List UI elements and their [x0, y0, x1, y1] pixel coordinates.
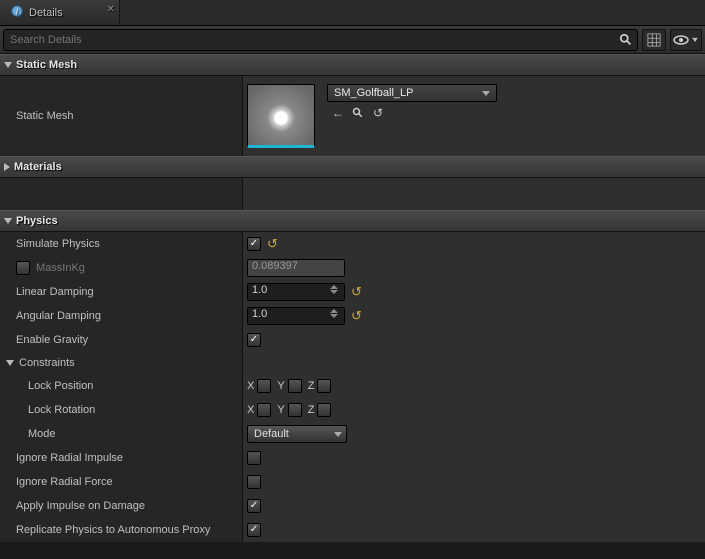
- label-lock-rotation: Lock Rotation: [0, 398, 243, 422]
- label-ignore-radial-force: Ignore Radial Force: [0, 470, 243, 494]
- checkbox-replicate-physics[interactable]: [247, 523, 261, 537]
- label-apply-impulse-on-damage: Apply Impulse on Damage: [0, 494, 243, 518]
- row-lock-position: Lock Position X Y Z: [0, 374, 705, 398]
- reset-icon[interactable]: ↺: [351, 284, 362, 300]
- search-input[interactable]: [3, 29, 638, 51]
- row-lock-rotation: Lock Rotation X Y Z: [0, 398, 705, 422]
- reset-icon[interactable]: ↺: [351, 308, 362, 324]
- field-mass-in-kg[interactable]: 0.089397: [247, 259, 345, 277]
- sub-header-constraints[interactable]: Constraints: [0, 352, 243, 374]
- row-linear-damping: Linear Damping 1.0 ↺: [0, 280, 705, 304]
- checkbox-lock-position-x[interactable]: [257, 379, 271, 393]
- label-simulate-physics: Simulate Physics: [0, 232, 243, 256]
- label-enable-gravity: Enable Gravity: [0, 328, 243, 352]
- expand-icon: [4, 62, 12, 68]
- section-title: Materials: [14, 161, 62, 173]
- reset-icon[interactable]: ↺: [267, 236, 278, 252]
- field-linear-damping[interactable]: 1.0: [247, 283, 345, 301]
- checkbox-apply-impulse-on-damage[interactable]: [247, 499, 261, 513]
- tab-label: Details: [29, 7, 63, 19]
- checkbox-lock-rotation-x[interactable]: [257, 403, 271, 417]
- chevron-down-icon: [482, 91, 490, 96]
- row-enable-gravity: Enable Gravity: [0, 328, 705, 352]
- checkbox-ignore-radial-impulse[interactable]: [247, 451, 261, 465]
- row-ignore-radial-force: Ignore Radial Force: [0, 470, 705, 494]
- label-ignore-radial-impulse: Ignore Radial Impulse: [0, 446, 243, 470]
- checkbox-enable-gravity[interactable]: [247, 333, 261, 347]
- row-angular-damping: Angular Damping 1.0 ↺: [0, 304, 705, 328]
- chevron-down-icon: [692, 37, 698, 41]
- property-matrix-button[interactable]: [642, 29, 666, 51]
- section-title: Physics: [16, 215, 58, 227]
- row-mode: Mode Default: [0, 422, 705, 446]
- row-simulate-physics: Simulate Physics ↺: [0, 232, 705, 256]
- section-title: Static Mesh: [16, 59, 77, 71]
- label-mass-in-kg: MassInKg: [36, 262, 85, 274]
- close-icon[interactable]: ✕: [107, 4, 115, 15]
- row-apply-impulse-on-damage: Apply Impulse on Damage: [0, 494, 705, 518]
- checkbox-lock-rotation-y[interactable]: [288, 403, 302, 417]
- row-static-mesh: Static Mesh SM_Golfball_LP ← ↺: [0, 76, 705, 156]
- label-angular-damping: Angular Damping: [0, 304, 243, 328]
- tab-bar: i Details ✕: [0, 0, 705, 26]
- checkbox-lock-position-y[interactable]: [288, 379, 302, 393]
- chevron-down-icon: [334, 432, 342, 437]
- checkbox-ignore-radial-force[interactable]: [247, 475, 261, 489]
- row-replicate-physics: Replicate Physics to Autonomous Proxy: [0, 518, 705, 542]
- asset-thumbnail[interactable]: [247, 84, 315, 148]
- row-ignore-radial-impulse: Ignore Radial Impulse: [0, 446, 705, 470]
- label-mode: Mode: [0, 422, 243, 446]
- label-lock-position: Lock Position: [0, 374, 243, 398]
- label-linear-damping: Linear Damping: [0, 280, 243, 304]
- view-options-button[interactable]: [670, 29, 702, 51]
- checkbox-simulate-physics[interactable]: [247, 237, 261, 251]
- select-mode[interactable]: Default: [247, 425, 347, 443]
- section-header-physics[interactable]: Physics: [0, 210, 705, 232]
- section-header-static-mesh[interactable]: Static Mesh: [0, 54, 705, 76]
- section-header-materials[interactable]: Materials: [0, 156, 705, 178]
- panel-body: Static Mesh Static Mesh SM_Golfball_LP ←…: [0, 54, 705, 559]
- toolbar: [0, 26, 705, 54]
- search-container: [3, 29, 638, 51]
- expand-icon: [6, 360, 14, 366]
- expand-icon: [4, 163, 10, 171]
- search-icon[interactable]: [617, 31, 635, 49]
- expand-icon: [4, 218, 12, 224]
- asset-dropdown[interactable]: SM_Golfball_LP: [327, 84, 497, 102]
- use-selected-icon[interactable]: ←: [331, 106, 345, 120]
- reset-icon[interactable]: ↺: [371, 106, 385, 120]
- info-icon: i: [10, 4, 24, 21]
- checkbox-lock-rotation-z[interactable]: [317, 403, 331, 417]
- checkbox-mass-in-kg[interactable]: [16, 261, 30, 275]
- row-mass-in-kg: MassInKg 0.089397: [0, 256, 705, 280]
- label-replicate-physics: Replicate Physics to Autonomous Proxy: [0, 518, 243, 542]
- checkbox-lock-position-z[interactable]: [317, 379, 331, 393]
- browse-icon[interactable]: [351, 106, 365, 120]
- label-static-mesh: Static Mesh: [0, 76, 243, 156]
- field-angular-damping[interactable]: 1.0: [247, 307, 345, 325]
- tab-details[interactable]: i Details ✕: [0, 0, 120, 25]
